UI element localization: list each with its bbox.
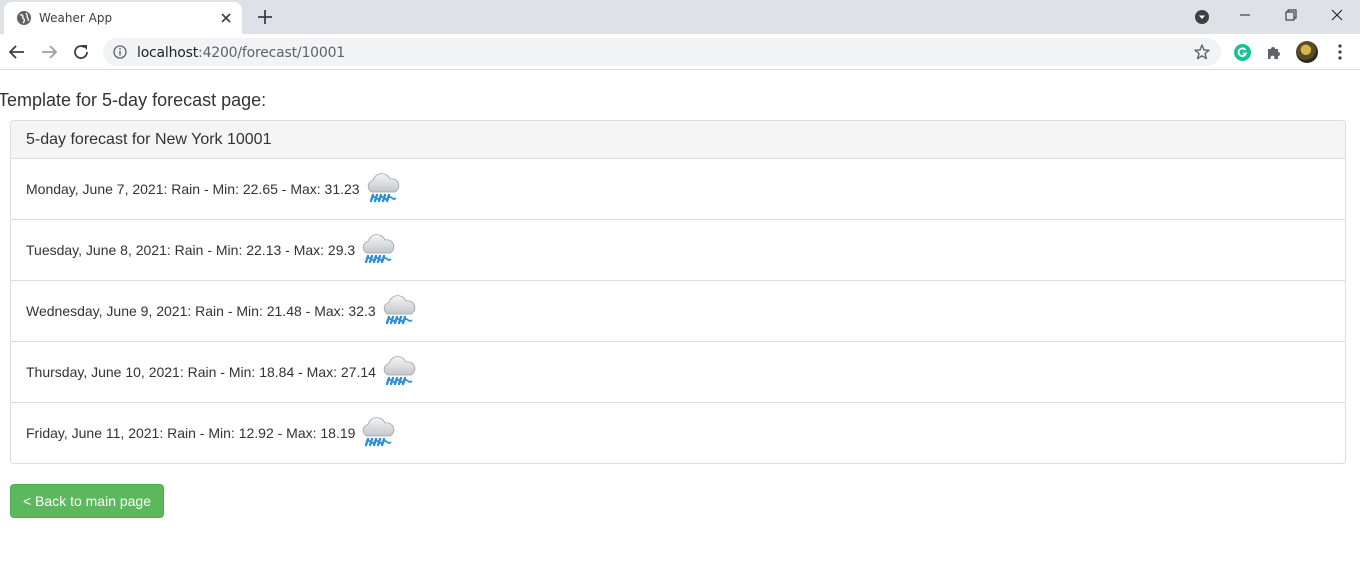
- forecast-text: Monday, June 7, 2021: Rain - Min: 22.65 …: [26, 181, 360, 197]
- forecast-text: Wednesday, June 9, 2021: Rain - Min: 21.…: [26, 303, 376, 319]
- address-bar[interactable]: localhost:4200/forecast/10001: [103, 38, 1221, 66]
- url-text: localhost:4200/forecast/10001: [137, 45, 345, 61]
- forecast-row: Wednesday, June 9, 2021: Rain - Min: 21.…: [11, 280, 1345, 341]
- close-icon: [1331, 9, 1343, 21]
- minimize-button[interactable]: [1222, 0, 1268, 30]
- rain-cloud-icon: [367, 173, 399, 203]
- forecast-text: Thursday, June 10, 2021: Rain - Min: 18.…: [26, 364, 376, 380]
- forecast-row: Tuesday, June 8, 2021: Rain - Min: 22.13…: [11, 219, 1345, 280]
- page-content: Template for 5-day forecast page: 5-day …: [0, 71, 1360, 584]
- forecast-row: Friday, June 11, 2021: Rain - Min: 12.92…: [11, 402, 1345, 463]
- browser-tab[interactable]: Weaher App: [4, 2, 242, 34]
- browser-tabstrip: Weaher App: [0, 0, 1360, 34]
- panel-heading: 5-day forecast for New York 10001: [11, 121, 1345, 159]
- forecast-text: Friday, June 11, 2021: Rain - Min: 12.92…: [26, 425, 356, 441]
- grammarly-extension-icon[interactable]: [1234, 44, 1251, 61]
- close-icon[interactable]: [218, 10, 234, 26]
- reload-icon[interactable]: [71, 42, 91, 62]
- bookmark-star-icon[interactable]: [1193, 43, 1211, 61]
- restore-button[interactable]: [1268, 0, 1314, 30]
- rain-cloud-icon: [363, 417, 395, 447]
- rain-cloud-icon: [362, 234, 395, 264]
- forecast-panel: 5-day forecast for New York 10001 Monday…: [10, 120, 1346, 464]
- more-vertical-icon[interactable]: [1330, 42, 1350, 62]
- globe-icon: [17, 11, 31, 25]
- tab-title: Weaher App: [39, 11, 113, 25]
- url-host: localhost: [137, 45, 199, 61]
- back-arrow-icon[interactable]: [7, 42, 27, 62]
- forecast-row: Monday, June 7, 2021: Rain - Min: 22.65 …: [11, 159, 1345, 219]
- rain-cloud-icon: [383, 295, 415, 325]
- grammarly-g-icon: [1237, 47, 1248, 57]
- info-icon[interactable]: [113, 45, 127, 59]
- restore-icon: [1285, 9, 1297, 21]
- profile-avatar[interactable]: [1296, 41, 1318, 63]
- back-to-main-button[interactable]: < Back to main page: [10, 484, 164, 518]
- url-path: :4200/forecast/10001: [198, 45, 345, 61]
- rain-cloud-icon: [383, 356, 416, 386]
- forecast-text: Tuesday, June 8, 2021: Rain - Min: 22.13…: [26, 242, 356, 258]
- chevron-down-icon[interactable]: [1194, 9, 1210, 25]
- window-close-button[interactable]: [1314, 0, 1360, 30]
- page-title: Template for 5-day forecast page:: [0, 90, 267, 110]
- extensions-puzzle-icon[interactable]: [1266, 44, 1282, 60]
- forecast-row: Thursday, June 10, 2021: Rain - Min: 18.…: [11, 341, 1345, 402]
- minimize-icon: [1240, 14, 1250, 16]
- plus-icon[interactable]: [256, 8, 274, 26]
- forward-arrow-icon[interactable]: [39, 42, 59, 62]
- forecast-list: Monday, June 7, 2021: Rain - Min: 22.65 …: [11, 159, 1345, 463]
- browser-toolbar: localhost:4200/forecast/10001: [0, 34, 1360, 70]
